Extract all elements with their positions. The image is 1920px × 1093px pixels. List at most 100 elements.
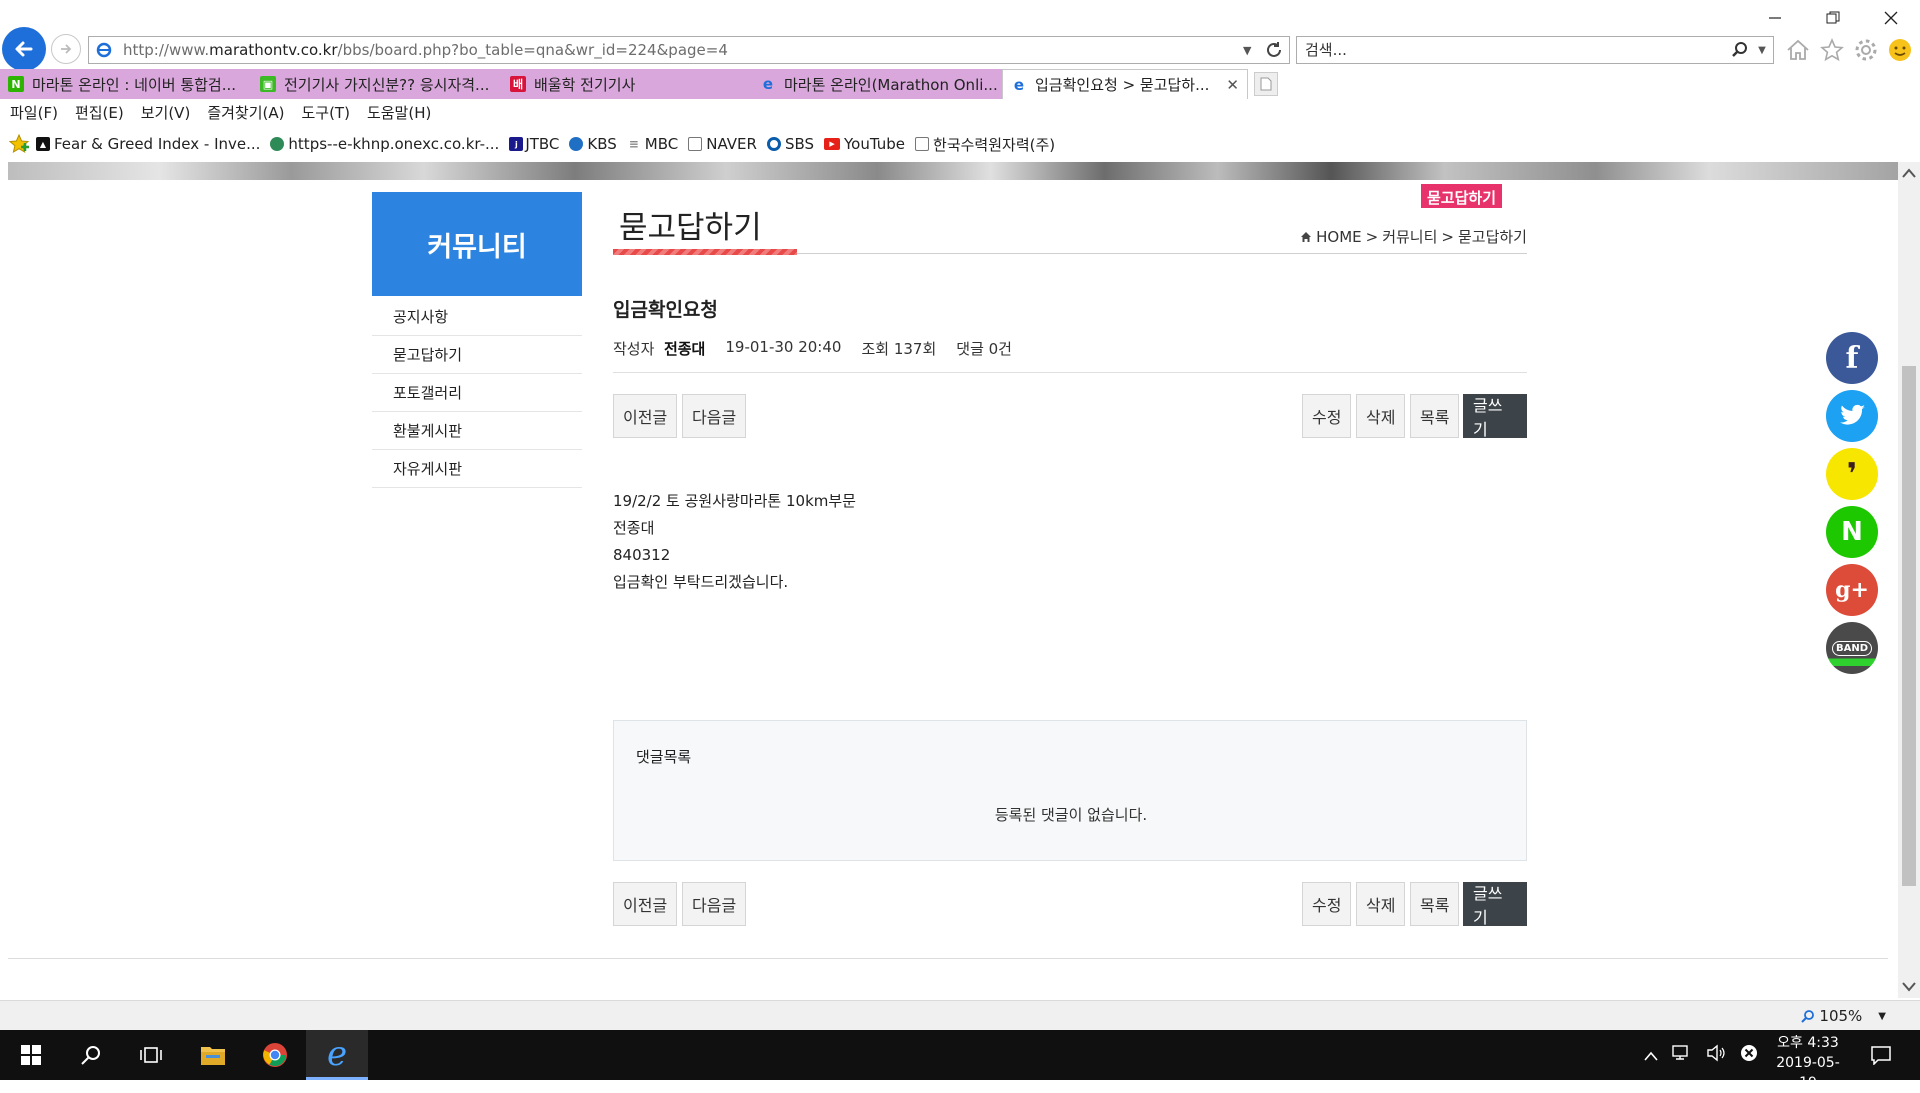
chart-icon: ▲ [36, 137, 50, 151]
zoom-control[interactable]: 105% ▼ [1801, 1007, 1886, 1025]
next-post-button[interactable]: 다음글 [682, 394, 747, 438]
restore-button[interactable] [1804, 0, 1862, 36]
close-circle-icon[interactable] [1740, 1044, 1758, 1066]
favorite-khnp[interactable]: https--e-khnp.onexc.co.kr-... [270, 135, 499, 153]
favorite-youtube[interactable]: ▶ YouTube [824, 135, 905, 153]
footer-divider [8, 958, 1888, 959]
gear-icon[interactable] [1852, 36, 1880, 64]
delete-button[interactable]: 삭제 [1356, 882, 1406, 926]
sidebar-item-qna[interactable]: 묻고답하기 [372, 336, 582, 374]
volume-icon[interactable] [1706, 1044, 1726, 1066]
sbs-icon [766, 137, 781, 151]
tab-baeulhak[interactable]: 배 배울학 전기기사 [502, 69, 752, 99]
breadcrumb-community[interactable]: 커뮤니티 [1382, 226, 1437, 247]
notification-icon[interactable] [1850, 1030, 1912, 1080]
favorite-khnp-corp[interactable]: 한국수력원자력(주) [915, 134, 1055, 155]
search-input[interactable] [1297, 41, 1729, 59]
scroll-down-icon[interactable] [1898, 976, 1920, 998]
zoom-dropdown-icon[interactable]: ▼ [1878, 1011, 1886, 1022]
band-share-icon[interactable]: BAND [1826, 622, 1878, 674]
breadcrumb-home[interactable]: HOME [1316, 228, 1362, 246]
sidebar-item-refund-board[interactable]: 환불게시판 [372, 412, 582, 450]
write-button[interactable]: 글쓰기 [1463, 882, 1527, 927]
write-button[interactable]: 글쓰기 [1463, 394, 1527, 439]
edit-button[interactable]: 수정 [1302, 882, 1352, 926]
favorite-label: MBC [644, 135, 679, 153]
menu-view[interactable]: 보기(V) [141, 102, 191, 123]
favorites-add-icon[interactable] [8, 133, 30, 155]
tab-label: 입금확인요청 > 묻고답하... [1035, 76, 1210, 94]
list-button[interactable]: 목록 [1410, 882, 1460, 926]
home-icon[interactable] [1784, 36, 1812, 64]
breadcrumb-separator: > [1441, 227, 1454, 246]
task-view-icon[interactable] [120, 1030, 182, 1080]
youtube-icon: ▶ [824, 138, 841, 150]
address-url[interactable]: http://www.marathontv.co.kr/bbs/board.ph… [123, 41, 1243, 59]
scroll-up-icon[interactable] [1898, 162, 1920, 184]
favorite-sbs[interactable]: SBS [766, 135, 814, 153]
new-tab-button[interactable] [1254, 72, 1278, 96]
delete-button[interactable]: 삭제 [1356, 394, 1406, 438]
favorites-star-icon[interactable] [1818, 36, 1846, 64]
vertical-scrollbar[interactable] [1898, 162, 1920, 998]
breadcrumb-qna[interactable]: 묻고답하기 [1458, 226, 1527, 247]
windows-start-icon[interactable] [0, 1030, 62, 1080]
tab-naver-search[interactable]: N 마라톤 온라인 : 네이버 통합검... [0, 69, 252, 99]
cafe-favicon-icon: ▣ [260, 76, 276, 92]
menu-tools[interactable]: 도구(T) [301, 102, 349, 123]
googleplus-share-icon[interactable]: g+ [1826, 564, 1878, 616]
sidebar-item-photo-gallery[interactable]: 포토갤러리 [372, 374, 582, 412]
facebook-share-icon[interactable]: f [1826, 332, 1878, 384]
chevron-up-icon[interactable] [1644, 1046, 1658, 1065]
edit-button[interactable]: 수정 [1302, 394, 1352, 438]
search-icon[interactable] [60, 1030, 122, 1080]
back-button[interactable] [2, 27, 46, 71]
title-accent-bar [613, 249, 797, 255]
favorite-mbc[interactable]: ≡ MBC [627, 135, 678, 153]
taskbar-clock[interactable]: 오후 4:33 2019-05-19 [1768, 1033, 1848, 1093]
menu-favorites[interactable]: 즐겨찾기(A) [207, 102, 284, 123]
sidebar-item-notice[interactable]: 공지사항 [372, 298, 582, 336]
close-window-button[interactable] [1862, 0, 1920, 36]
breadcrumb: HOME > 커뮤니티 > 묻고답하기 [1300, 226, 1527, 247]
twitter-share-icon[interactable] [1826, 390, 1878, 442]
search-box[interactable]: ▼ [1296, 36, 1774, 64]
favorite-jtbc[interactable]: j JTBC [509, 135, 559, 153]
post-author: 작성자 전종대 [613, 338, 705, 359]
favorite-label: KBS [587, 135, 617, 153]
tab-electrical-license[interactable]: ▣ 전기기사 가지신분?? 응시자격... [252, 69, 502, 99]
search-dropdown-icon[interactable]: ▼ [1751, 45, 1773, 56]
menu-edit[interactable]: 편집(E) [75, 102, 124, 123]
next-post-button[interactable]: 다음글 [682, 882, 747, 926]
naver-share-icon[interactable]: N [1826, 506, 1878, 558]
tab-marathon-online[interactable]: e 마라톤 온라인(Marathon Onli... [752, 69, 1002, 99]
prev-post-button[interactable]: 이전글 [613, 882, 678, 926]
menu-help[interactable]: 도움말(H) [367, 102, 431, 123]
jtbc-icon: j [509, 137, 524, 151]
favorite-naver[interactable]: NAVER [688, 135, 757, 153]
menu-file[interactable]: 파일(F) [10, 102, 58, 123]
forward-button[interactable] [51, 34, 81, 64]
favorite-label: Fear & Greed Index - Inve... [54, 135, 261, 153]
band-label: BAND [1831, 640, 1873, 656]
list-button[interactable]: 목록 [1410, 394, 1460, 438]
refresh-icon[interactable] [1263, 40, 1285, 60]
internet-explorer-icon[interactable]: e [306, 1030, 368, 1080]
search-icon[interactable] [1729, 41, 1751, 59]
smiley-icon[interactable] [1886, 36, 1914, 64]
close-tab-icon[interactable]: ✕ [1226, 76, 1239, 94]
favorite-kbs[interactable]: KBS [569, 135, 617, 153]
network-icon[interactable] [1672, 1044, 1692, 1066]
kakao-share-icon[interactable]: ❜ [1826, 448, 1878, 500]
chrome-icon[interactable] [244, 1030, 306, 1080]
address-dropdown-icon[interactable]: ▼ [1243, 44, 1257, 57]
file-explorer-icon[interactable] [182, 1030, 244, 1080]
prev-post-button[interactable]: 이전글 [613, 394, 678, 438]
minimize-button[interactable] [1746, 0, 1804, 36]
favorite-fear-greed[interactable]: ▲ Fear & Greed Index - Inve... [36, 135, 260, 153]
scrollbar-thumb[interactable] [1902, 366, 1916, 886]
tab-current-post[interactable]: e 입금확인요청 > 묻고답하... ✕ [1002, 69, 1248, 99]
address-bar[interactable]: http://www.marathontv.co.kr/bbs/board.ph… [88, 36, 1290, 64]
sidebar-item-free-board[interactable]: 자유게시판 [372, 450, 582, 488]
author-label: 작성자 [613, 340, 655, 358]
